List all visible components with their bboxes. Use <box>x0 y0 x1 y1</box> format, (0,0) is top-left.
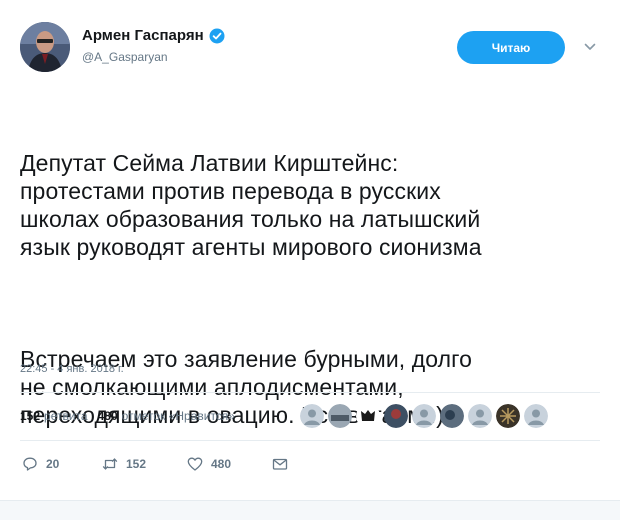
retweets-stat-label: ретвита <box>44 409 88 423</box>
direct-message-button[interactable] <box>272 456 288 472</box>
retweets-stat[interactable]: 152 ретвита <box>20 409 88 423</box>
likes-stat-count: 480 <box>97 409 118 423</box>
divider <box>20 440 600 441</box>
reply-icon <box>23 457 37 471</box>
tweet-timestamp[interactable]: 22:45 - 4 янв. 2018 г. <box>20 363 124 375</box>
liker-avatar[interactable] <box>384 404 408 428</box>
liker-avatar[interactable] <box>468 404 492 428</box>
liker-avatar[interactable] <box>496 404 520 428</box>
author-avatar[interactable] <box>20 22 70 72</box>
author-name-row[interactable]: Армен Гаспарян <box>82 27 225 44</box>
reply-count: 20 <box>46 457 60 471</box>
reply-button[interactable]: 20 <box>22 456 102 472</box>
liker-avatar[interactable] <box>524 404 548 428</box>
liker-avatar[interactable] <box>328 404 352 428</box>
liker-avatar[interactable] <box>356 404 380 428</box>
like-count: 480 <box>211 457 232 471</box>
tweet-paragraph: Депутат Сейма Латвии Кирштейнс: протеста… <box>20 150 482 260</box>
retweet-icon <box>102 458 118 470</box>
like-button[interactable]: 480 <box>187 456 272 472</box>
retweet-count: 152 <box>126 457 147 471</box>
tweet-card: Армен Гаспарян @A_Gasparyan Читаю Депута… <box>0 0 620 520</box>
divider <box>20 392 600 393</box>
likes-stat[interactable]: 480 отметок «Нравится» <box>98 409 235 423</box>
liker-avatars <box>300 404 548 428</box>
tweet-stats: 152 ретвита 480 отметок «Нравится» <box>20 409 235 423</box>
liker-avatar[interactable] <box>412 404 436 428</box>
author-handle[interactable]: @A_Gasparyan <box>82 50 168 64</box>
retweet-button[interactable]: 152 <box>102 456 187 472</box>
likes-stat-label: отметок «Нравится» <box>121 409 235 423</box>
verified-badge-icon <box>209 28 225 43</box>
retweets-stat-count: 152 <box>20 409 41 423</box>
liker-avatar[interactable] <box>300 404 324 428</box>
heart-icon <box>187 457 203 471</box>
following-button[interactable]: Читаю <box>457 31 565 64</box>
liker-avatar[interactable] <box>440 404 464 428</box>
reply-area-edge <box>0 500 620 520</box>
chevron-down-icon[interactable] <box>583 40 597 54</box>
tweet-actions: 20 152 480 <box>22 456 288 472</box>
author-display-name[interactable]: Армен Гаспарян <box>82 27 204 44</box>
envelope-icon <box>272 458 288 470</box>
